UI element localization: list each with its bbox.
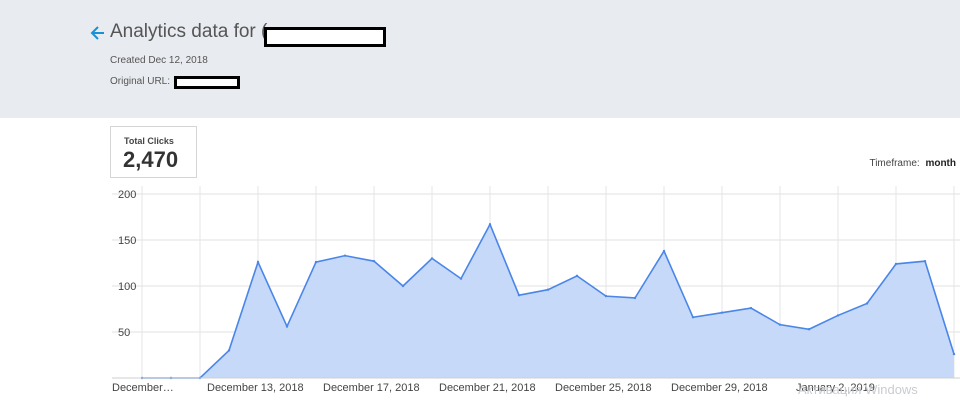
data-point xyxy=(691,316,695,319)
redacted-original-url xyxy=(174,76,240,89)
x-tick-label: December 29, 2018 xyxy=(671,382,768,394)
data-point xyxy=(517,294,521,297)
page-header: Analytics data for ( Created Dec 12, 201… xyxy=(0,0,960,118)
data-point xyxy=(575,274,579,278)
data-point xyxy=(749,306,753,310)
page-title: Analytics data for ( xyxy=(110,21,268,42)
data-point xyxy=(720,311,724,314)
data-point xyxy=(372,259,376,263)
y-tick-label: 50 xyxy=(118,327,130,339)
data-point xyxy=(633,296,637,300)
clicks-area-chart: 200 150 100 50 December… December 13, 2018 Dec… xyxy=(112,186,960,394)
data-point xyxy=(256,260,260,264)
original-url-label: Original URL: xyxy=(110,76,171,87)
created-date: Created Dec 12, 2018 xyxy=(110,55,208,66)
data-point xyxy=(401,284,405,288)
data-point xyxy=(546,288,550,291)
redacted-short-url xyxy=(264,27,386,47)
timeframe-label: Timeframe: xyxy=(869,158,920,169)
data-point xyxy=(662,249,666,253)
data-point xyxy=(227,349,231,352)
data-point xyxy=(488,223,492,226)
data-point xyxy=(923,259,927,263)
total-clicks-value: 2,470 xyxy=(123,147,179,172)
x-tick-label: December 17, 2018 xyxy=(323,382,420,394)
timeframe-value[interactable]: month xyxy=(925,158,956,169)
y-tick-label: 100 xyxy=(118,281,136,293)
data-point xyxy=(285,325,289,328)
data-point xyxy=(807,328,811,331)
x-tick-label: December 21, 2018 xyxy=(439,382,536,394)
windows-activation-watermark: Активация Windows xyxy=(798,382,918,397)
data-point xyxy=(459,277,463,280)
y-tick-label: 200 xyxy=(118,189,136,201)
data-point xyxy=(952,352,956,356)
timeframe-selector[interactable]: Timeframe: month xyxy=(869,158,956,169)
data-point xyxy=(343,254,347,257)
x-tick-label: December 13, 2018 xyxy=(207,382,304,394)
data-point xyxy=(430,257,434,260)
data-point xyxy=(865,302,869,305)
data-point xyxy=(894,262,898,266)
total-clicks-label: Total Clicks xyxy=(124,136,174,146)
x-tick-label: December… xyxy=(112,382,174,394)
data-point xyxy=(778,323,782,326)
total-clicks-card: Total Clicks 2,470 xyxy=(110,126,197,178)
y-tick-label: 150 xyxy=(118,235,136,247)
x-tick-label: December 25, 2018 xyxy=(555,382,652,394)
data-point xyxy=(836,314,840,317)
data-point xyxy=(314,260,318,264)
back-arrow-icon[interactable] xyxy=(90,24,106,42)
data-point xyxy=(604,294,608,298)
